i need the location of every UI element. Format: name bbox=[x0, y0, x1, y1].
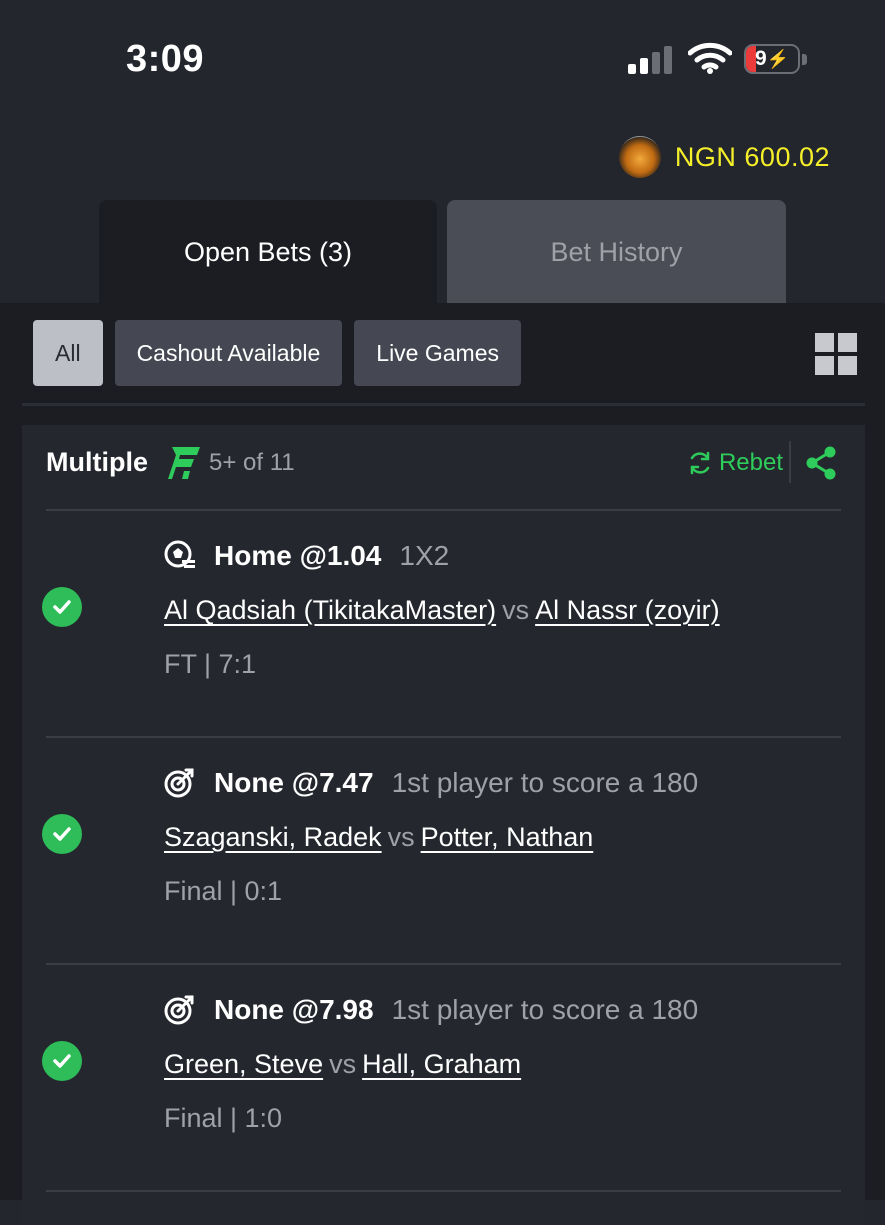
status-time: 3:09 bbox=[126, 38, 205, 80]
rebet-button[interactable]: Rebet bbox=[687, 445, 783, 481]
bet-market: 1st player to score a 180 bbox=[391, 767, 699, 798]
match-result: Final | 0:1 bbox=[164, 876, 283, 906]
balance-amount: NGN 600.02 bbox=[674, 141, 830, 172]
home-team-link[interactable]: Green, Steve bbox=[164, 1049, 323, 1079]
bet-type-title: Multiple bbox=[46, 447, 148, 477]
away-team-link[interactable]: Al Nassr (zoyir) bbox=[535, 595, 720, 625]
wifi-icon bbox=[688, 42, 732, 74]
vs-label: vs bbox=[502, 595, 530, 625]
flexibet-logo-icon bbox=[168, 447, 200, 479]
away-team-link[interactable]: Potter, Nathan bbox=[421, 822, 594, 852]
filter-all[interactable]: All bbox=[33, 320, 103, 386]
avatar[interactable] bbox=[618, 136, 661, 178]
balance-display[interactable]: NGN 600.02 bbox=[618, 136, 830, 178]
darts-icon bbox=[164, 768, 194, 798]
home-team-link[interactable]: Szaganski, Radek bbox=[164, 822, 382, 852]
divider bbox=[789, 441, 791, 483]
share-icon[interactable] bbox=[804, 445, 838, 481]
bet-card: Multiple 5+ of 11 Rebet Home @1.04 1X2 A… bbox=[22, 425, 865, 1225]
soccer-icon bbox=[164, 540, 195, 568]
bet-market: 1st player to score a 180 bbox=[391, 994, 699, 1025]
filter-cashout-available[interactable]: Cashout Available bbox=[114, 320, 343, 386]
bet-card-subtitle: 5+ of 11 bbox=[209, 449, 295, 476]
battery-level: 9 bbox=[754, 47, 767, 70]
tab-bet-history[interactable]: Bet History bbox=[447, 200, 786, 304]
bet-pick: None @7.98 bbox=[214, 994, 374, 1025]
bet-pick: Home @1.04 bbox=[214, 540, 382, 571]
charging-bolt-icon: ⚡ bbox=[766, 48, 790, 69]
vs-label: vs bbox=[329, 1049, 357, 1079]
away-team-link[interactable]: Hall, Graham bbox=[362, 1049, 521, 1079]
bet-selection[interactable]: None @7.47 1st player to score a 180 Sza… bbox=[42, 736, 841, 963]
tab-open-bets[interactable]: Open Bets (3) bbox=[99, 200, 437, 304]
grid-view-icon[interactable] bbox=[815, 333, 857, 375]
divider bbox=[22, 403, 865, 406]
battery-nub bbox=[802, 54, 807, 65]
match-result: FT | 7:1 bbox=[164, 649, 257, 679]
vs-label: vs bbox=[387, 822, 415, 852]
check-circle-icon bbox=[42, 1041, 82, 1081]
bet-pick: None @7.47 bbox=[214, 767, 374, 798]
cellular-signal-icon bbox=[628, 46, 672, 74]
bet-tabs: Open Bets (3) Bet History bbox=[0, 200, 885, 304]
bet-selection[interactable]: Home @1.04 1X2 Al Qadsiah (TikitakaMaste… bbox=[42, 509, 841, 736]
check-circle-icon bbox=[42, 587, 82, 627]
match-teams: Al Qadsiah (TikitakaMaster) vs Al Nassr (z… bbox=[164, 595, 720, 626]
match-teams: Szaganski, Radek vs Potter, Nathan bbox=[164, 822, 593, 853]
match-result: Final | 1:0 bbox=[164, 1103, 283, 1133]
battery-icon: 9 ⚡ bbox=[744, 44, 800, 74]
home-team-link[interactable]: Al Qadsiah (TikitakaMaster) bbox=[164, 595, 496, 625]
refresh-icon bbox=[690, 451, 710, 475]
open-bets-panel: All Cashout Available Live Games Multipl… bbox=[0, 303, 885, 1225]
darts-icon bbox=[164, 995, 194, 1025]
match-teams: Green, Steve vs Hall, Graham bbox=[164, 1049, 521, 1080]
filter-live-games[interactable]: Live Games bbox=[354, 320, 521, 386]
rebet-label: Rebet bbox=[718, 449, 783, 476]
bet-card-header: Multiple 5+ of 11 Rebet bbox=[46, 441, 841, 483]
filter-chips: All Cashout Available Live Games bbox=[33, 320, 521, 386]
bet-selection[interactable]: None @7.98 1st player to score a 180 Gre… bbox=[42, 963, 841, 1190]
status-bar: 3:09 9 ⚡ bbox=[0, 0, 885, 120]
bet-market: 1X2 bbox=[399, 540, 450, 571]
divider bbox=[46, 1190, 841, 1200]
check-circle-icon bbox=[42, 814, 82, 854]
